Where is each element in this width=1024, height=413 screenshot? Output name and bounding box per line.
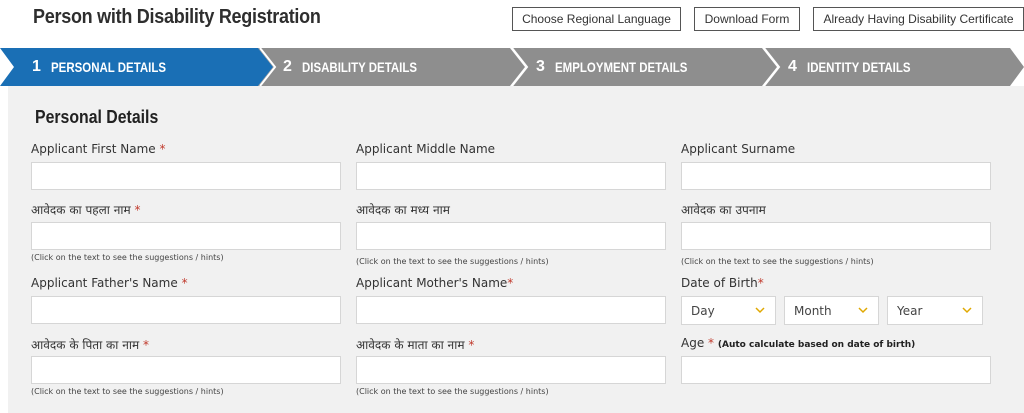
first-name-input[interactable] — [31, 162, 341, 190]
download-form-button[interactable]: Download Form — [694, 7, 800, 31]
father-name-hi-label: आवेदक के पिता का नाम * — [31, 336, 149, 353]
age-note: (Auto calculate based on date of birth) — [717, 340, 916, 350]
middle-name-input[interactable] — [356, 162, 666, 190]
chevron-down-icon — [962, 307, 972, 314]
label-text: Age — [681, 336, 705, 350]
tab-personal-details[interactable]: 1 PERSONAL DETAILS — [32, 48, 191, 86]
label-text: Date of Birth — [681, 276, 758, 290]
father-name-hi-input[interactable] — [31, 356, 341, 384]
page-header: Person with Disability Registration Choo… — [0, 0, 1024, 44]
age-label: Age * (Auto calculate based on date of b… — [681, 336, 915, 350]
required-mark: * — [181, 276, 188, 290]
tab-identity-details[interactable]: 4 IDENTITY DETAILS — [788, 48, 933, 86]
step-number: 3 — [536, 58, 545, 75]
step-label: EMPLOYMENT DETAILS — [554, 59, 688, 75]
mother-name-hi-input[interactable] — [356, 356, 666, 384]
page-title: Person with Disability Registration — [33, 6, 321, 28]
hint-text[interactable]: (Click on the text to see the suggestion… — [31, 253, 224, 262]
selected-value: Month — [794, 303, 832, 318]
disability-certificate-button[interactable]: Already Having Disability Certificate — [813, 7, 1024, 31]
hint-text[interactable]: (Click on the text to see the suggestion… — [681, 257, 874, 266]
label-text: आवेदक का पहला नाम — [31, 203, 131, 217]
label-text: Applicant Father's Name — [31, 276, 178, 290]
first-name-hi-input[interactable] — [31, 222, 341, 250]
required-mark: * — [708, 336, 715, 350]
father-name-label: Applicant Father's Name * — [31, 276, 188, 290]
hint-text[interactable]: (Click on the text to see the suggestion… — [356, 387, 549, 396]
step-label: DISABILITY DETAILS — [301, 59, 417, 75]
label-text: Applicant First Name — [31, 142, 156, 156]
required-mark: * — [757, 276, 764, 290]
step-number: 1 — [32, 58, 41, 75]
hint-text[interactable]: (Click on the text to see the suggestion… — [31, 387, 224, 396]
mother-name-hi-label: आवेदक के माता का नाम * — [356, 336, 474, 353]
mother-name-input[interactable] — [356, 296, 666, 324]
required-mark: * — [159, 142, 166, 156]
step-label: PERSONAL DETAILS — [50, 59, 166, 75]
required-mark: * — [142, 338, 149, 352]
label-text: Applicant Mother's Name — [356, 276, 508, 290]
required-mark: * — [507, 276, 514, 290]
surname-hi-input[interactable] — [681, 222, 991, 250]
selected-value: Year — [897, 303, 923, 318]
label-text: आवेदक के माता का नाम — [356, 338, 465, 352]
required-mark: * — [468, 338, 475, 352]
choose-language-button[interactable]: Choose Regional Language — [512, 7, 681, 31]
surname-input[interactable] — [681, 162, 991, 190]
required-mark: * — [134, 203, 141, 217]
dob-month-select[interactable]: Month — [784, 296, 879, 325]
step-number: 2 — [283, 58, 292, 75]
middle-name-hi-label: आवेदक का मध्य नाम — [356, 203, 450, 217]
age-input[interactable] — [681, 356, 991, 384]
section-title: Personal Details — [35, 107, 159, 127]
father-name-input[interactable] — [31, 296, 341, 324]
dob-label: Date of Birth* — [681, 276, 764, 290]
surname-hi-label: आवेदक का उपनाम — [681, 203, 766, 217]
chevron-down-icon — [858, 307, 868, 314]
dob-day-select[interactable]: Day — [681, 296, 776, 325]
step-wizard: 1 PERSONAL DETAILS 2 DISABILITY DETAILS 3E… — [0, 48, 1024, 86]
label-text: आवेदक के पिता का नाम — [31, 338, 140, 352]
step-number: 4 — [788, 58, 797, 75]
surname-label: Applicant Surname — [681, 142, 796, 156]
first-name-hi-label: आवेदक का पहला नाम * — [31, 201, 141, 218]
first-name-label: Applicant First Name * — [31, 142, 166, 156]
middle-name-hi-input[interactable] — [356, 222, 666, 250]
tab-disability-details[interactable]: 2 DISABILITY DETAILS — [283, 48, 442, 86]
chevron-down-icon — [755, 307, 765, 314]
selected-value: Day — [691, 303, 715, 318]
hint-text[interactable]: (Click on the text to see the suggestion… — [356, 257, 549, 266]
dob-year-select[interactable]: Year — [887, 296, 983, 325]
middle-name-label: Applicant Middle Name — [356, 142, 496, 156]
step-label: IDENTITY DETAILS — [806, 59, 911, 75]
mother-name-label: Applicant Mother's Name* — [356, 276, 513, 290]
tab-employment-details[interactable]: 3 EMPLOYMENT DETAILS — [536, 48, 716, 86]
